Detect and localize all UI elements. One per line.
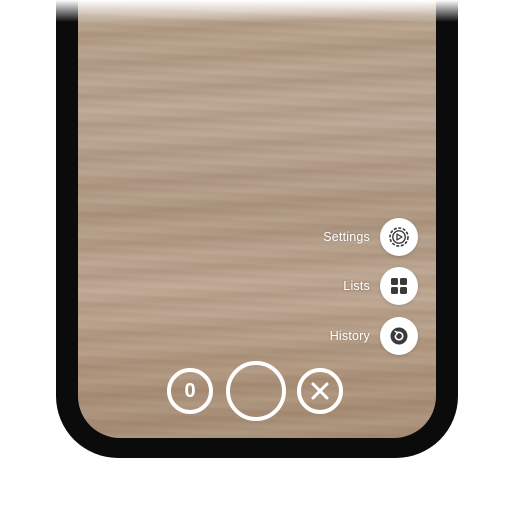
grid-icon [391,278,407,294]
menu-item-settings[interactable]: Settings [323,217,418,257]
history-icon [390,327,408,345]
close-button[interactable] [297,368,343,414]
item-count: 0 [184,380,196,402]
top-fade [0,0,512,22]
lists-button[interactable] [380,267,418,305]
history-label: History [329,329,370,343]
close-icon [311,382,329,400]
history-button[interactable] [380,317,418,355]
menu-item-history[interactable]: History [330,316,418,356]
settings-button[interactable] [380,218,418,256]
item-count-button[interactable]: 0 [167,368,213,414]
gear-icon [389,227,409,247]
menu-item-lists[interactable]: Lists [343,266,418,306]
lists-label: Lists [343,279,370,293]
shutter-button[interactable] [226,361,286,421]
settings-label: Settings [323,230,370,244]
